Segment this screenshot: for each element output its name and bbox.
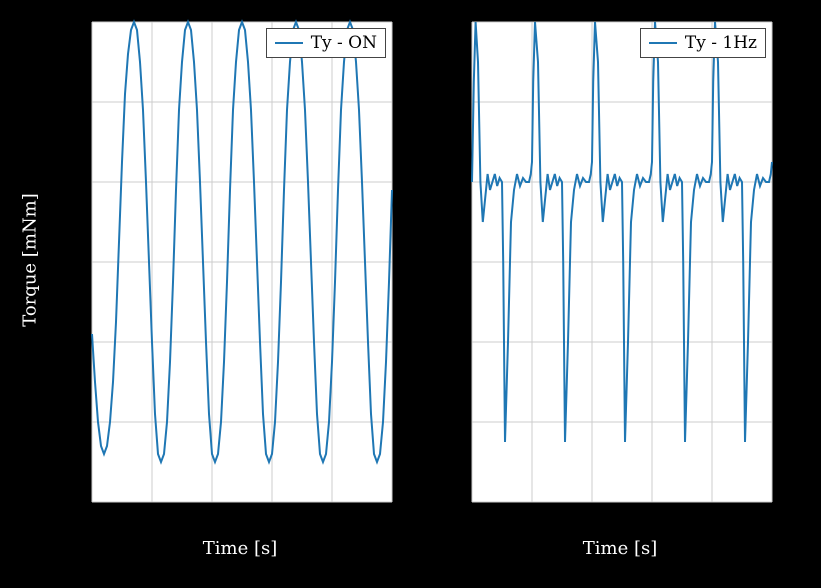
right-series-line	[472, 22, 772, 442]
legend-swatch-icon	[649, 42, 677, 44]
y-tick-label: -20	[60, 333, 86, 352]
left-plot-svg	[92, 22, 392, 502]
x-tick-label: 3	[647, 506, 657, 525]
y-tick-label: 0	[456, 253, 466, 272]
y-tick-label: -40	[60, 413, 86, 432]
y-tick-label: -60	[440, 493, 466, 512]
left-grid	[92, 22, 392, 502]
y-tick-label: -60	[60, 493, 86, 512]
y-axis-label: Torque [mNm]	[20, 193, 41, 326]
right-legend-label: Ty - 1Hz	[685, 33, 757, 53]
right-x-axis-label: Time [s]	[583, 538, 658, 559]
left-legend: Ty - ON	[266, 28, 386, 58]
x-tick-label: 5	[387, 506, 397, 525]
x-tick-label: 0	[87, 506, 97, 525]
y-tick-label: 20	[446, 173, 466, 192]
x-tick-label: 1	[527, 506, 537, 525]
x-tick-label: 2	[587, 506, 597, 525]
y-tick-label: 60	[66, 13, 86, 32]
y-tick-label: -40	[440, 413, 466, 432]
right-plot-svg	[472, 22, 772, 502]
y-tick-label: 40	[446, 93, 466, 112]
x-tick-label: 2	[207, 506, 217, 525]
left-chart-panel: -60-40-200204060 012345 Ty - ON	[90, 20, 394, 504]
x-tick-label: 1	[147, 506, 157, 525]
y-tick-label: 40	[66, 93, 86, 112]
left-series-line	[92, 22, 392, 462]
right-chart-panel: -60-40-200204060 012345 Ty - 1Hz	[470, 20, 774, 504]
y-tick-label: 0	[76, 253, 86, 272]
figure: -60-40-200204060 012345 Ty - ON -60-40-2…	[0, 0, 821, 588]
x-tick-label: 3	[267, 506, 277, 525]
y-tick-label: -20	[440, 333, 466, 352]
x-tick-label: 4	[707, 506, 717, 525]
y-tick-label: 20	[66, 173, 86, 192]
left-legend-label: Ty - ON	[311, 33, 377, 53]
x-tick-label: 0	[467, 506, 477, 525]
x-tick-label: 5	[767, 506, 777, 525]
legend-swatch-icon	[275, 42, 303, 44]
y-tick-label: 60	[446, 13, 466, 32]
left-x-axis-label: Time [s]	[203, 538, 278, 559]
right-grid	[472, 22, 772, 502]
x-tick-label: 4	[327, 506, 337, 525]
right-legend: Ty - 1Hz	[640, 28, 766, 58]
